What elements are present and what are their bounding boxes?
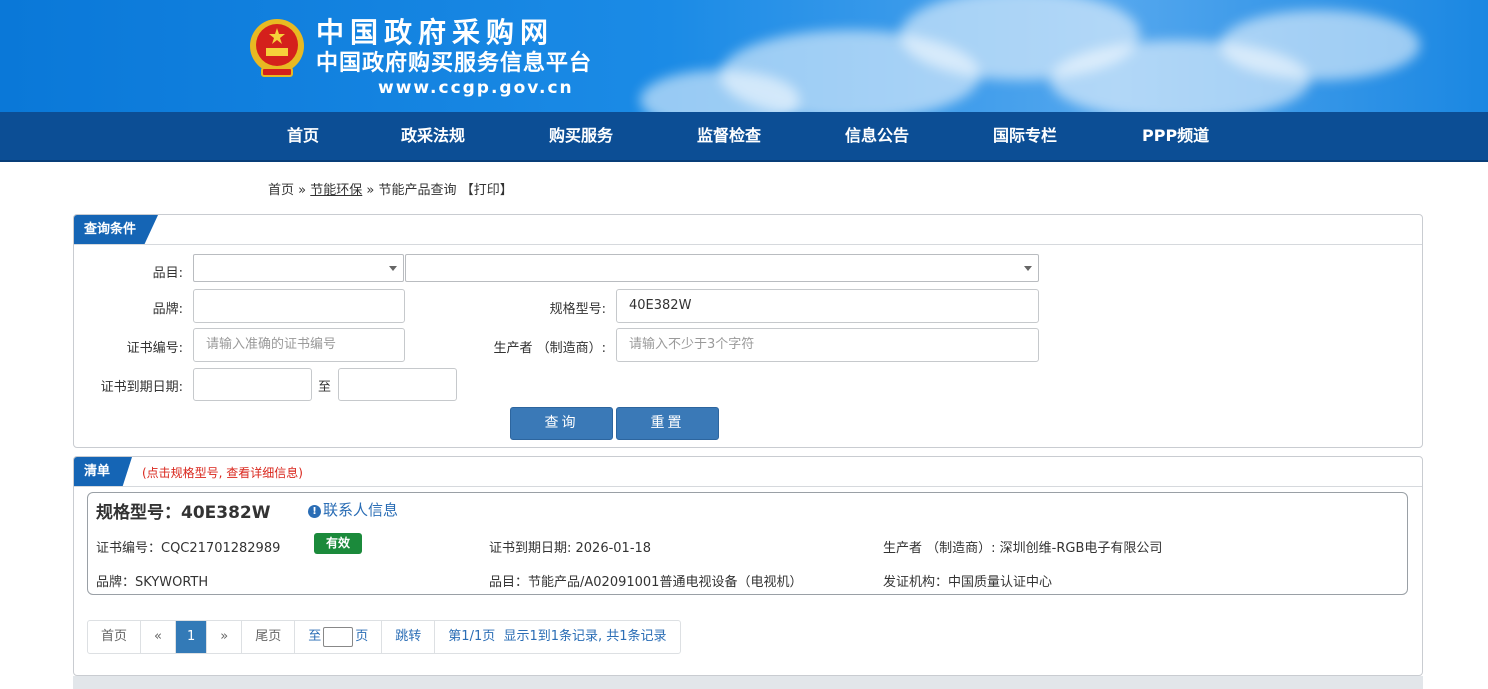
- chevron-down-icon: [389, 266, 397, 271]
- results-hint: (点击规格型号, 查看详细信息): [142, 466, 303, 480]
- pager-goto-suffix: 页: [355, 629, 369, 644]
- nav-item-purchase-services[interactable]: 购买服务: [549, 112, 613, 160]
- expiry-date-label: 证书到期日期:: [100, 380, 183, 395]
- header-cloud: [1220, 10, 1420, 80]
- breadcrumb-separator: »: [298, 183, 307, 198]
- breadcrumb-section[interactable]: 节能环保: [310, 183, 362, 198]
- pager-first[interactable]: 首页: [88, 621, 142, 653]
- expiry-date-to-label: 至: [318, 380, 332, 395]
- cert-number-input[interactable]: 请输入准确的证书编号: [193, 328, 405, 362]
- breadcrumb: 首页 » 节能环保 » 节能产品查询 【打印】: [268, 179, 513, 198]
- pager-goto: 至页: [295, 621, 383, 653]
- nav-item-international[interactable]: 国际专栏: [993, 112, 1057, 160]
- nav-item-ppp[interactable]: PPP频道: [1142, 112, 1209, 160]
- maker-label: 生产者 （制造商）:: [493, 341, 606, 356]
- expiry-date-value: 证书到期日期: 2026-01-18: [489, 541, 652, 556]
- cert-number-value: 证书编号：CQC21701282989: [96, 541, 281, 556]
- pager-next[interactable]: »: [207, 621, 243, 653]
- contact-info-label: 联系人信息: [323, 501, 399, 519]
- info-icon: !: [308, 505, 321, 518]
- query-panel-title: 查询条件: [74, 215, 159, 244]
- model-input[interactable]: 40E382W: [616, 289, 1039, 323]
- pagination: 首页 « 1 » 尾页 至页 跳转 第1/1页 显示1到1条记录, 共1条记录: [87, 620, 681, 654]
- nav-item-announcements[interactable]: 信息公告: [845, 112, 909, 160]
- national-emblem-icon: [250, 19, 304, 77]
- pager-goto-prefix: 至: [308, 629, 322, 644]
- search-button[interactable]: 查询: [510, 407, 613, 440]
- issuer-value: 发证机构：中国质量认证中心: [883, 575, 1053, 590]
- site-subtitle: 中国政府购买服务信息平台: [316, 51, 593, 76]
- model-label: 规格型号:: [549, 302, 606, 317]
- main-nav: 首页 政采法规 购买服务 监督检查 信息公告 国际专栏 PPP频道: [0, 112, 1488, 162]
- maker-input[interactable]: 请输入不少于3个字符: [616, 328, 1039, 362]
- print-link[interactable]: 【打印】: [461, 183, 513, 198]
- status-badge: 有效: [314, 533, 362, 554]
- expiry-date-to-input[interactable]: [338, 368, 457, 401]
- maker-value: 生产者 （制造商）: 深圳创维-RGB电子有限公司: [883, 541, 1163, 556]
- breadcrumb-home[interactable]: 首页: [268, 183, 294, 198]
- result-model-link[interactable]: 规格型号：40E382W: [96, 498, 271, 523]
- pager-info: 第1/1页 显示1到1条记录, 共1条记录: [448, 629, 667, 644]
- page-number-input[interactable]: [323, 626, 354, 647]
- nav-item-home[interactable]: 首页: [287, 112, 319, 160]
- nav-item-supervision[interactable]: 监督检查: [697, 112, 761, 160]
- brand-value: 品牌：SKYWORTH: [96, 575, 209, 590]
- footer-strip: [73, 676, 1423, 689]
- site-header: 中国政府采购网 中国政府购买服务信息平台 www.ccgp.gov.cn: [0, 0, 1488, 112]
- site-url: www.ccgp.gov.cn: [378, 78, 574, 98]
- nav-item-regulations[interactable]: 政采法规: [401, 112, 465, 160]
- contact-info-link[interactable]: ! 联系人信息: [308, 499, 398, 520]
- brand-input[interactable]: [193, 289, 405, 323]
- category-label: 品目:: [152, 266, 183, 281]
- pager-last[interactable]: 尾页: [242, 621, 296, 653]
- pager-page-1[interactable]: 1: [175, 621, 208, 653]
- expiry-date-from-input[interactable]: [193, 368, 312, 401]
- pager-jump-button[interactable]: 跳转: [382, 621, 436, 653]
- category-select-secondary[interactable]: [405, 254, 1039, 282]
- brand-label: 品牌:: [152, 302, 183, 317]
- category-value: 品目：节能产品/A02091001普通电视设备（电视机）: [489, 575, 803, 590]
- breadcrumb-current: 节能产品查询: [378, 183, 457, 198]
- breadcrumb-separator: »: [366, 183, 375, 198]
- query-panel-header: 查询条件: [74, 215, 1422, 245]
- chevron-down-icon: [1024, 266, 1032, 271]
- results-panel-title: 清单: [74, 457, 133, 486]
- pager-prev[interactable]: «: [141, 621, 176, 653]
- category-select-primary[interactable]: [193, 254, 404, 282]
- results-panel-header: 清单 (点击规格型号, 查看详细信息): [74, 457, 1422, 487]
- reset-button[interactable]: 重置: [616, 407, 719, 440]
- cert-number-label: 证书编号:: [126, 341, 183, 356]
- site-title: 中国政府采购网: [316, 16, 555, 49]
